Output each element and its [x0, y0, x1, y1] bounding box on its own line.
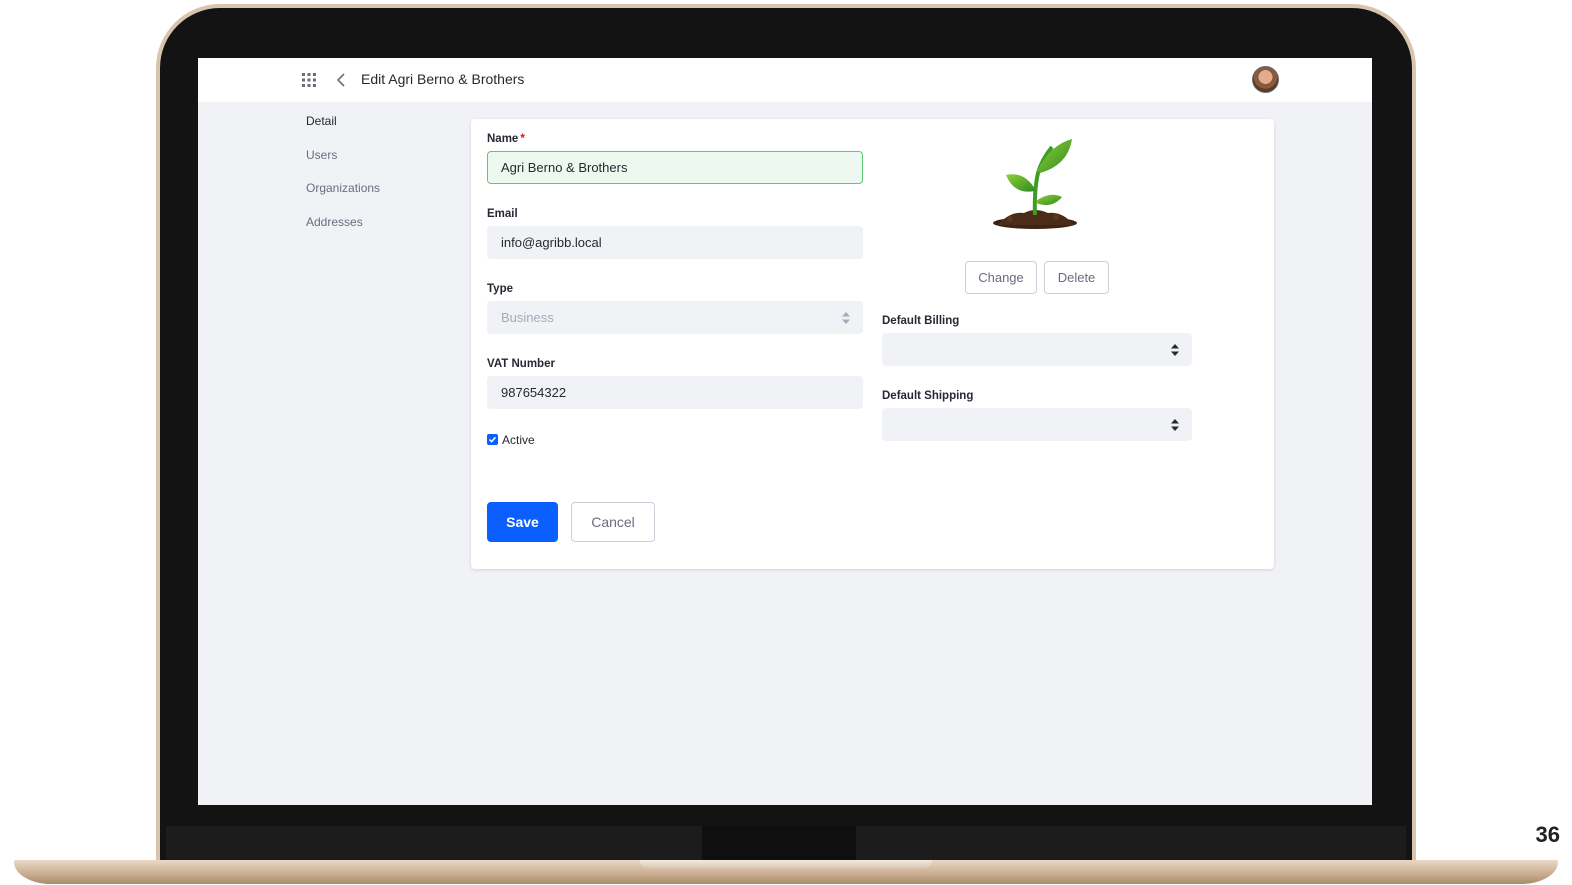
page-title: Edit Agri Berno & Brothers: [361, 71, 525, 87]
vat-number-label: VAT Number: [487, 358, 555, 370]
default-billing-label: Default Billing: [882, 315, 960, 327]
top-navigation-bar: Edit Agri Berno & Brothers: [198, 58, 1372, 102]
laptop-hinge: [702, 826, 856, 862]
type-select-value: Business: [501, 310, 554, 325]
app-screen: Edit Agri Berno & Brothers Detail Users …: [198, 58, 1372, 805]
select-arrows-icon: [1171, 344, 1179, 356]
nav-item-users[interactable]: Users: [306, 148, 380, 182]
checkmark-icon: [488, 436, 497, 443]
delete-logo-button[interactable]: Delete: [1044, 261, 1109, 294]
save-button[interactable]: Save: [487, 502, 558, 542]
nav-item-detail[interactable]: Detail: [306, 114, 380, 148]
change-logo-button[interactable]: Change: [965, 261, 1037, 294]
plant-sprout-icon: [993, 139, 1077, 229]
default-shipping-label: Default Shipping: [882, 390, 974, 402]
email-input[interactable]: info@agribb.local: [487, 226, 863, 259]
cancel-button[interactable]: Cancel: [571, 502, 655, 542]
active-label: Active: [502, 433, 535, 447]
select-arrows-icon: [842, 312, 850, 324]
active-checkbox-row: Active: [487, 431, 535, 447]
laptop-notch: [640, 860, 932, 869]
type-select[interactable]: Business: [487, 301, 863, 334]
name-input[interactable]: Agri Berno & Brothers: [487, 151, 863, 184]
required-marker: *: [520, 133, 525, 145]
vat-number-input[interactable]: 987654322: [487, 376, 863, 409]
email-label: Email: [487, 208, 518, 220]
user-avatar[interactable]: [1252, 66, 1279, 93]
apps-grid-icon[interactable]: [302, 73, 316, 87]
default-shipping-select[interactable]: [882, 408, 1192, 441]
chevron-left-icon[interactable]: [336, 72, 346, 88]
type-label: Type: [487, 283, 513, 295]
account-edit-form: Name * Agri Berno & Brothers Email info@a…: [471, 119, 1274, 569]
name-label: Name *: [487, 133, 525, 145]
nav-item-addresses[interactable]: Addresses: [306, 215, 380, 249]
active-checkbox[interactable]: [487, 433, 498, 445]
nav-item-organizations[interactable]: Organizations: [306, 181, 380, 215]
select-arrows-icon: [1171, 419, 1179, 431]
default-billing-select[interactable]: [882, 333, 1192, 366]
slide-page-number: 36: [1535, 822, 1560, 847]
detail-side-navigation: Detail Users Organizations Addresses: [306, 114, 380, 249]
